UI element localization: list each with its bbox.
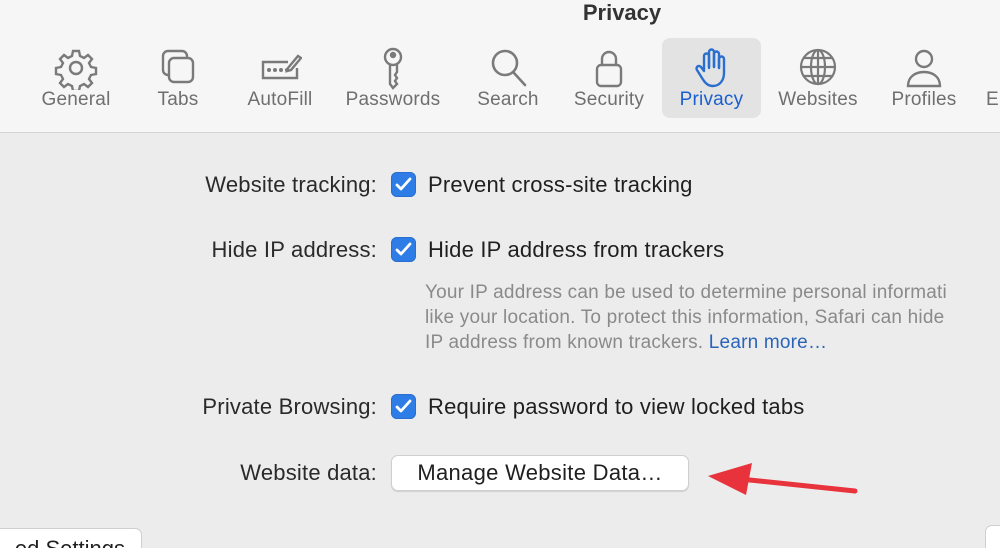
- description-line: IP address from known trackers. Learn mo…: [425, 330, 1000, 355]
- tab-tabs[interactable]: Tabs: [138, 38, 218, 118]
- checkmark-icon: [395, 242, 412, 256]
- tab-passwords[interactable]: Passwords: [340, 38, 446, 118]
- require-password-checkbox[interactable]: [391, 394, 416, 419]
- window-title: Privacy: [582, 0, 662, 25]
- private-browsing-label: Private Browsing:: [202, 394, 377, 419]
- lock-icon: [587, 46, 631, 90]
- settings-toolbar: Privacy General Tabs AutoFill Passwords …: [0, 0, 1000, 133]
- tab-search[interactable]: Search: [466, 38, 550, 118]
- autofill-icon: [258, 46, 303, 90]
- description-line-text: IP address from known trackers.: [425, 332, 704, 353]
- manage-website-data-button[interactable]: Manage Website Data…: [391, 455, 689, 491]
- prevent-tracking-checkbox[interactable]: [391, 172, 416, 197]
- checkmark-icon: [395, 177, 412, 191]
- tabs-icon: [156, 46, 200, 90]
- hide-ip-description: Your IP address can be used to determine…: [425, 280, 1000, 355]
- tab-profiles[interactable]: Profiles: [880, 38, 968, 118]
- tab-label: Tabs: [157, 89, 199, 110]
- tab-autofill[interactable]: AutoFill: [236, 38, 324, 118]
- tab-label: Profiles: [891, 89, 957, 110]
- tab-label: E: [986, 89, 999, 110]
- hide-ip-label: Hide IP address:: [211, 237, 377, 262]
- tab-security[interactable]: Security: [564, 38, 654, 118]
- website-tracking-label: Website tracking:: [205, 172, 377, 197]
- person-icon: [902, 46, 946, 90]
- description-line: like your location. To protect this info…: [425, 307, 945, 328]
- tab-privacy[interactable]: Privacy: [662, 38, 761, 118]
- tab-label: General: [41, 89, 111, 110]
- tab-label: Privacy: [679, 89, 744, 110]
- website-data-label: Website data:: [240, 460, 377, 485]
- advanced-settings-button[interactable]: ed Settings: [0, 528, 142, 548]
- tab-label: Websites: [778, 89, 858, 110]
- help-button[interactable]: [985, 525, 1000, 548]
- hide-ip-checkbox[interactable]: [391, 237, 416, 262]
- tab-general[interactable]: General: [32, 38, 120, 118]
- tab-websites[interactable]: Websites: [772, 38, 864, 118]
- search-icon: [486, 46, 530, 90]
- prevent-tracking-option[interactable]: Prevent cross-site tracking: [428, 172, 693, 198]
- hide-ip-option[interactable]: Hide IP address from trackers: [428, 237, 724, 263]
- tab-label: AutoFill: [247, 89, 313, 110]
- require-password-option[interactable]: Require password to view locked tabs: [428, 394, 805, 420]
- tab-extensions[interactable]: E: [982, 38, 1000, 118]
- learn-more-link[interactable]: Learn more…: [709, 332, 827, 353]
- tab-label: Search: [477, 89, 539, 110]
- tab-label: Passwords: [345, 89, 441, 110]
- key-icon: [371, 46, 415, 90]
- tab-label: Security: [573, 89, 645, 110]
- hand-icon: [690, 46, 734, 90]
- description-line: Your IP address can be used to determine…: [425, 282, 947, 303]
- arrow-annotation-icon: [708, 463, 858, 495]
- checkmark-icon: [395, 399, 412, 413]
- globe-icon: [796, 46, 840, 90]
- gear-icon: [54, 46, 98, 93]
- safari-settings-window: Privacy General Tabs AutoFill Passwords …: [0, 0, 1000, 548]
- privacy-pane: Website tracking: Prevent cross-site tra…: [0, 133, 1000, 548]
